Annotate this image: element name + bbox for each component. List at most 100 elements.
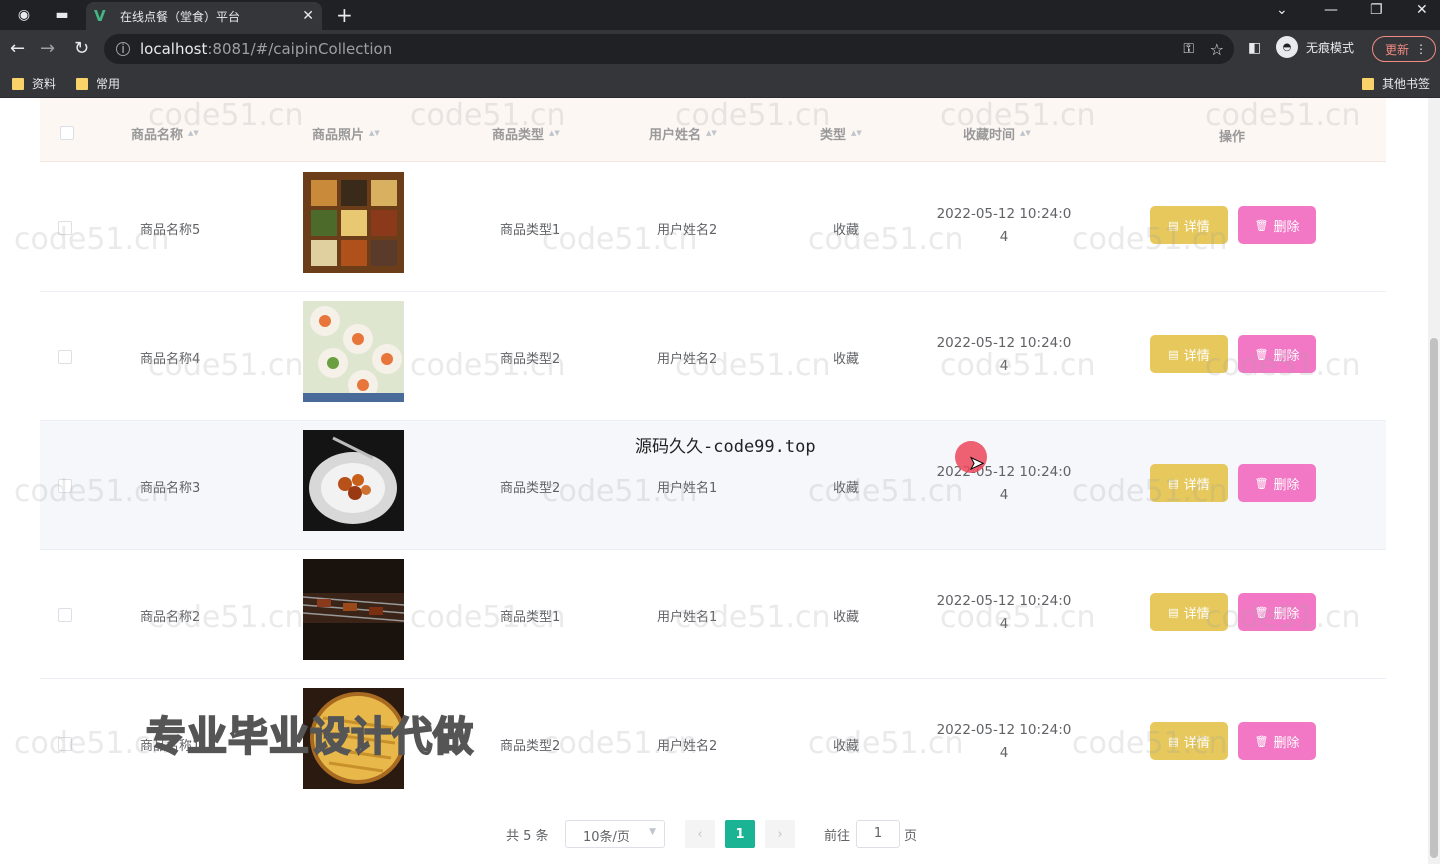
row-checkbox[interactable] xyxy=(58,221,72,235)
row-checkbox[interactable] xyxy=(58,608,72,622)
delete-button[interactable]: 🗑 删除 xyxy=(1238,593,1316,631)
other-bookmarks[interactable]: 其他书签 xyxy=(1362,75,1430,92)
food-photo xyxy=(303,301,404,402)
detail-label: 详情 xyxy=(1183,348,1210,364)
sort-icon[interactable]: ▲▼ xyxy=(1020,130,1031,137)
more-menu-icon[interactable]: ⋮ xyxy=(1415,42,1427,56)
cell-type: 商品类型2 xyxy=(500,739,561,754)
update-button[interactable]: 更新 ⋮ xyxy=(1372,36,1436,62)
delete-button[interactable]: 🗑 删除 xyxy=(1238,206,1316,244)
browser-globe-icon[interactable]: ◉ xyxy=(14,5,34,25)
sort-icon[interactable]: ▲▼ xyxy=(188,130,199,137)
food-photo xyxy=(303,559,404,660)
folder-icon xyxy=(12,77,24,90)
cell-type: 商品类型2 xyxy=(500,481,561,496)
tab-list-icon[interactable]: ▬ xyxy=(52,5,72,25)
side-panel-icon[interactable]: ◧ xyxy=(1248,40,1261,56)
cell-time: 2022-05-12 10:24:0 4 xyxy=(935,332,1073,378)
goto-page-input[interactable]: 1 xyxy=(856,820,900,848)
header-kind[interactable]: 类型 ▲▼ xyxy=(820,124,862,143)
row-checkbox[interactable] xyxy=(58,350,72,364)
table-row[interactable]: 商品名称2 商品类型1 用户姓名1 收藏 2022-05-12 10:24:0 4… xyxy=(40,550,1386,679)
cell-name: 商品名称3 xyxy=(140,481,201,496)
bookmark-label: 常用 xyxy=(96,77,121,91)
detail-button[interactable]: ▤ 详情 xyxy=(1150,722,1228,760)
page-number-current[interactable]: 1 xyxy=(725,820,755,848)
tab-close-icon[interactable]: ✕ xyxy=(302,8,314,24)
restore-icon[interactable]: ❐ xyxy=(1370,2,1383,18)
cell-kind: 收藏 xyxy=(833,352,860,367)
trash-icon: 🗑 xyxy=(1254,605,1269,619)
detail-button[interactable]: ▤ 详情 xyxy=(1150,335,1228,373)
browser-tab-bar: ◉ ▬ V 在线点餐（堂食）平台 ✕ + ⌄ — ❐ ✕ xyxy=(0,0,1440,30)
delete-button[interactable]: 🗑 删除 xyxy=(1238,464,1316,502)
address-bar[interactable]: i localhost :8081/#/caipinCollection ⚿ ☆ xyxy=(104,34,1234,64)
next-page-button[interactable]: › xyxy=(765,820,795,848)
detail-button[interactable]: ▤ 详情 xyxy=(1150,464,1228,502)
table-row[interactable]: 商品名称5 商品类型1 用户姓名2 收藏 2022-05-12 10:24:0 4… xyxy=(40,163,1386,292)
delete-button[interactable]: 🗑 删除 xyxy=(1238,335,1316,373)
trash-icon: 🗑 xyxy=(1254,734,1269,748)
bookmark-folder-changyong[interactable]: 常用 xyxy=(76,75,120,92)
header-photo[interactable]: 商品照片 ▲▼ xyxy=(312,124,380,143)
bookmark-star-icon[interactable]: ☆ xyxy=(1210,40,1224,59)
time-line: 4 xyxy=(999,358,1009,374)
detail-button[interactable]: ▤ 详情 xyxy=(1150,206,1228,244)
cell-time: 2022-05-12 10:24:0 4 xyxy=(935,461,1073,507)
header-time[interactable]: 收藏时间 ▲▼ xyxy=(963,124,1031,143)
sort-icon[interactable]: ▲▼ xyxy=(549,130,560,137)
header-type[interactable]: 商品类型 ▲▼ xyxy=(492,124,560,143)
forward-icon[interactable]: → xyxy=(40,38,55,59)
chevron-down-icon: ▼ xyxy=(649,827,656,837)
page-size-select[interactable]: 10条/页 ▼ xyxy=(565,820,665,848)
total-count: 共 5 条 xyxy=(506,829,549,844)
cell-user: 用户姓名1 xyxy=(657,610,718,625)
bookmark-folder-ziliao[interactable]: 资料 xyxy=(12,75,56,92)
header-user[interactable]: 用户姓名 ▲▼ xyxy=(649,124,717,143)
document-icon: ▤ xyxy=(1168,218,1179,232)
browser-tab-active[interactable]: V 在线点餐（堂食）平台 ✕ xyxy=(86,2,322,30)
detail-button[interactable]: ▤ 详情 xyxy=(1150,593,1228,631)
prev-page-button[interactable]: ‹ xyxy=(685,820,715,848)
header-label: 类型 xyxy=(820,128,847,143)
time-line: 2022-05-12 10:24:0 xyxy=(936,722,1072,738)
time-line: 4 xyxy=(999,745,1009,761)
food-photo xyxy=(303,430,404,531)
promo-overlay-text: 专业毕业设计代做 xyxy=(145,713,474,761)
delete-label: 删除 xyxy=(1273,606,1300,622)
select-all-checkbox[interactable] xyxy=(60,126,74,140)
table-header: 商品名称 ▲▼ 商品照片 ▲▼ 商品类型 ▲▼ 用户姓名 ▲▼ 类型 ▲▼ 收藏时间 ▲▼ … xyxy=(40,98,1386,162)
row-checkbox[interactable] xyxy=(58,737,72,751)
folder-icon xyxy=(76,77,88,90)
scrollbar-thumb[interactable] xyxy=(1430,338,1438,858)
sort-icon[interactable]: ▲▼ xyxy=(706,130,717,137)
url-host: localhost xyxy=(140,40,208,58)
table-row[interactable]: 商品名称4 商品类型2 用户姓名2 收藏 2022-05-12 10:24:0 4… xyxy=(40,292,1386,421)
minimize-icon[interactable]: — xyxy=(1324,2,1338,18)
header-ops: 操作 xyxy=(1219,126,1245,145)
time-line: 4 xyxy=(999,487,1009,503)
sort-icon[interactable]: ▲▼ xyxy=(851,130,862,137)
incognito-label: 无痕模式 xyxy=(1306,40,1355,55)
incognito-icon: ◓ xyxy=(1276,36,1298,58)
new-tab-icon[interactable]: + xyxy=(336,3,353,27)
reload-icon[interactable]: ↻ xyxy=(74,38,89,59)
tab-search-icon[interactable]: ⌄ xyxy=(1276,2,1288,18)
incognito-indicator[interactable]: ◓ 无痕模式 xyxy=(1276,36,1354,58)
sort-icon[interactable]: ▲▼ xyxy=(369,130,380,137)
row-checkbox[interactable] xyxy=(58,479,72,493)
delete-button[interactable]: 🗑 删除 xyxy=(1238,722,1316,760)
url-path: :8081/#/caipinCollection xyxy=(207,40,393,58)
pagination: 共 5 条 10条/页 ▼ ‹ 1 › 前往 1 页 xyxy=(0,820,1440,848)
mouse-cursor-icon: ➤ xyxy=(968,453,985,475)
key-icon[interactable]: ⚿ xyxy=(1183,41,1194,57)
site-info-icon[interactable]: i xyxy=(116,42,130,56)
scrollbar[interactable] xyxy=(1428,98,1440,864)
back-icon[interactable]: ← xyxy=(10,38,25,59)
cell-user: 用户姓名1 xyxy=(657,481,718,496)
detail-label: 详情 xyxy=(1183,735,1210,751)
cell-time: 2022-05-12 10:24:0 4 xyxy=(935,719,1073,765)
header-name[interactable]: 商品名称 ▲▼ xyxy=(131,124,199,143)
window-close-icon[interactable]: ✕ xyxy=(1416,2,1428,18)
header-label: 商品名称 xyxy=(131,128,184,143)
